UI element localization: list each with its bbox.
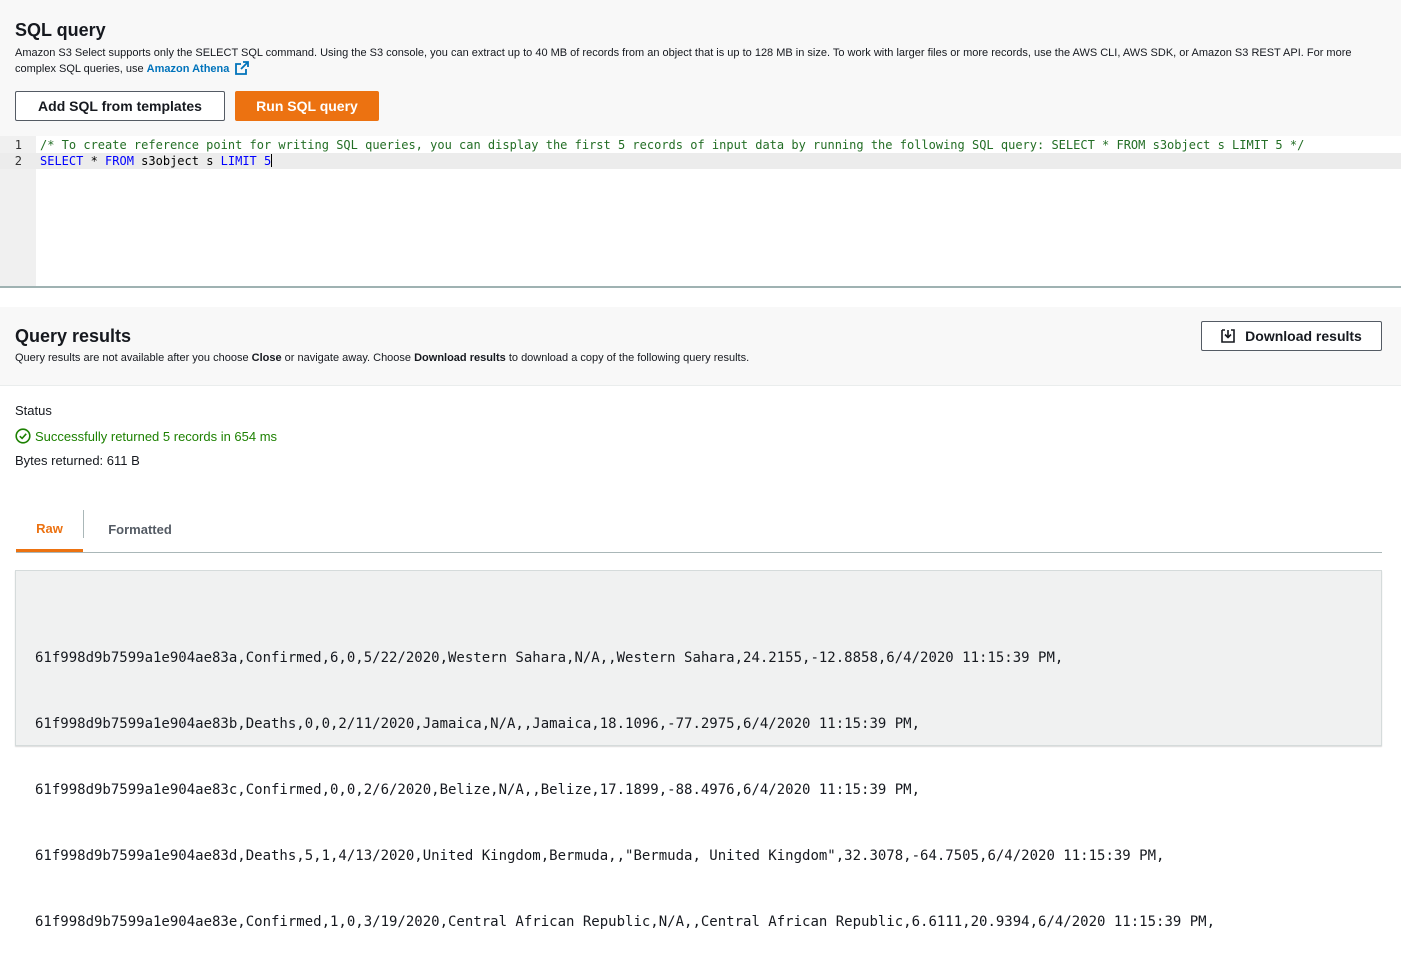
raw-results-box: 61f998d9b7599a1e904ae83a,Confirmed,6,0,5… <box>15 570 1382 930</box>
bytes-returned: Bytes returned: 611 B <box>15 453 140 468</box>
query-results-description: Query results are not available after yo… <box>15 352 749 364</box>
sql-star: * <box>83 154 106 168</box>
sql-table: s3object s <box>133 154 221 168</box>
desc-download: Download results <box>414 352 506 364</box>
line-number: 1 <box>14 138 22 152</box>
tab-formatted[interactable]: Formatted <box>84 507 196 551</box>
text-cursor <box>271 154 273 167</box>
results-tabs: Raw Formatted <box>16 507 1382 553</box>
raw-results-text: 61f998d9b7599a1e904ae83a,Confirmed,6,0,5… <box>35 603 1215 977</box>
desc-prefix: Query results are not available after yo… <box>15 352 252 364</box>
desc-close: Close <box>251 352 282 364</box>
sql-query-panel: SQL query Amazon S3 Select supports only… <box>0 0 1401 136</box>
sql-comment: /* To create reference point for writing… <box>40 138 1305 152</box>
success-check-icon <box>15 428 31 444</box>
status-success: Successfully returned 5 records in 654 m… <box>15 428 277 444</box>
raw-record-line: 61f998d9b7599a1e904ae83e,Confirmed,1,0,3… <box>35 914 1216 930</box>
add-sql-from-templates-button[interactable]: Add SQL from templates <box>15 91 225 121</box>
sql-keyword-select: SELECT <box>40 154 84 168</box>
raw-record-line: 61f998d9b7599a1e904ae83d,Deaths,5,1,4/13… <box>35 848 1165 864</box>
sql-statement: SELECT * FROM s3object s LIMIT 5 <box>40 153 273 169</box>
sql-keyword-limit: LIMIT <box>220 154 257 168</box>
amazon-athena-link[interactable]: Amazon Athena <box>147 63 230 75</box>
query-results-heading: Query results <box>15 326 132 346</box>
sql-keyword-from: FROM <box>105 154 134 168</box>
query-results-header: Query results Query results are not avai… <box>0 307 1401 386</box>
desc-middle: or navigate away. Choose <box>281 352 415 364</box>
raw-record-line: 61f998d9b7599a1e904ae83a,Confirmed,6,0,5… <box>35 650 1064 666</box>
download-results-label: Download results <box>1245 328 1362 344</box>
sql-editor[interactable]: 1 /* To create reference point for writi… <box>0 136 1401 288</box>
tab-raw[interactable]: Raw <box>16 507 83 552</box>
sql-limit-value: 5 <box>256 154 272 168</box>
run-sql-query-button[interactable]: Run SQL query <box>235 91 379 121</box>
editor-line-active[interactable]: 2 SELECT * FROM s3object s LIMIT 5 <box>0 153 1401 169</box>
status-message: Successfully returned 5 records in 654 m… <box>35 428 278 444</box>
external-link-icon[interactable] <box>235 61 250 80</box>
sql-query-description: Amazon S3 Select supports only the SELEC… <box>15 45 1385 80</box>
editor-line[interactable]: 1 /* To create reference point for writi… <box>0 137 1401 153</box>
raw-record-line: 61f998d9b7599a1e904ae83c,Confirmed,0,0,2… <box>35 782 921 798</box>
download-icon <box>1221 329 1235 343</box>
download-results-button[interactable]: Download results <box>1201 321 1382 351</box>
raw-record-line: 61f998d9b7599a1e904ae83b,Deaths,0,0,2/11… <box>35 716 921 732</box>
desc-suffix: to download a copy of the following quer… <box>505 352 750 364</box>
sql-query-heading: SQL query <box>15 20 106 40</box>
status-label: Status <box>15 403 52 418</box>
line-number: 2 <box>14 154 22 168</box>
